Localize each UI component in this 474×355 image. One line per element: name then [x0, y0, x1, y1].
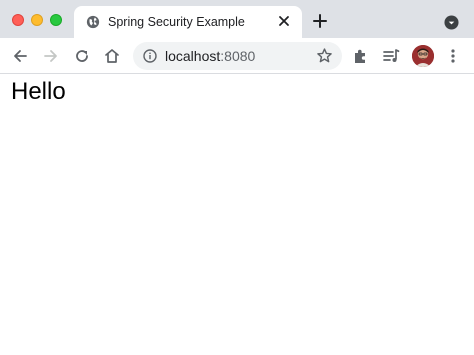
zoom-window-button[interactable]: [50, 14, 62, 26]
forward-arrow-icon[interactable]: [42, 47, 60, 65]
extensions-icon[interactable]: [352, 47, 370, 65]
url-port: :8080: [220, 48, 256, 64]
page-heading: Hello: [11, 78, 66, 105]
back-arrow-icon[interactable]: [11, 47, 29, 65]
browser-window: Spring Security Example localhost:8080 H…: [0, 0, 474, 355]
globe-icon: [86, 15, 100, 29]
address-bar[interactable]: localhost:8080: [133, 42, 342, 70]
page-content: Hello: [0, 75, 474, 355]
reload-icon[interactable]: [73, 47, 91, 65]
url-host: localhost: [165, 48, 221, 64]
minimize-window-button[interactable]: [31, 14, 43, 26]
url-text[interactable]: localhost:8080: [165, 48, 255, 64]
tab-strip: Spring Security Example: [0, 0, 474, 38]
new-tab-icon[interactable]: [312, 13, 328, 29]
avatar-photo-icon: [412, 45, 434, 67]
browser-tab[interactable]: Spring Security Example: [74, 6, 302, 38]
media-control-icon[interactable]: [382, 47, 400, 65]
tab-search-icon[interactable]: [444, 15, 459, 30]
bookmark-star-icon[interactable]: [316, 47, 333, 64]
tab-title: Spring Security Example: [108, 15, 245, 29]
home-icon[interactable]: [103, 47, 121, 65]
more-menu-icon[interactable]: [444, 47, 462, 65]
close-tab-icon[interactable]: [276, 13, 292, 29]
close-window-button[interactable]: [12, 14, 24, 26]
profile-avatar[interactable]: [412, 45, 434, 67]
browser-toolbar: localhost:8080: [0, 38, 474, 74]
info-icon[interactable]: [143, 49, 157, 63]
